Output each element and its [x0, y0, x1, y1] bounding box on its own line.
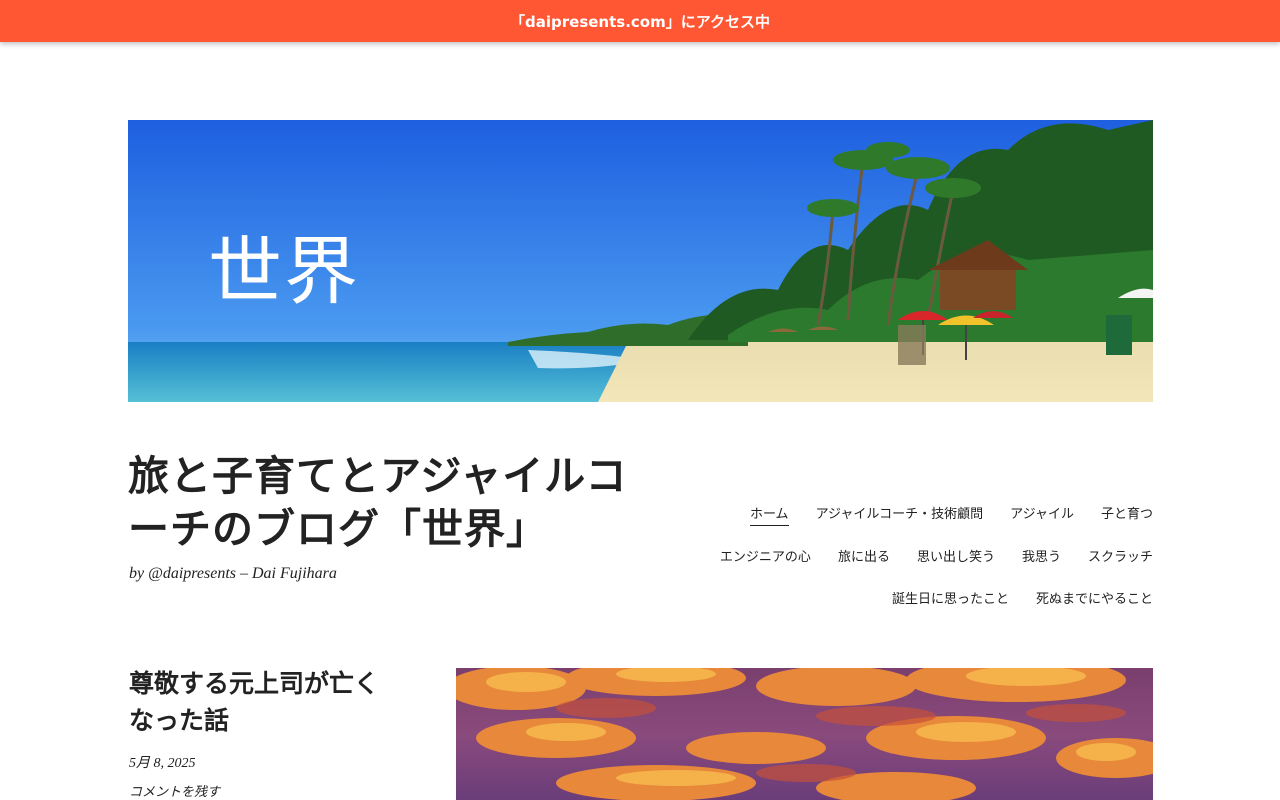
header-banner[interactable]: 世界	[128, 120, 1153, 402]
post-comment-link[interactable]: コメントを残す	[129, 781, 220, 800]
site-title[interactable]: 旅と子育てとアジャイルコーチのブログ「世界」	[128, 450, 648, 556]
nav-item-bucket-list[interactable]: 死ぬまでにやること	[1036, 588, 1153, 610]
nav-item-i-think[interactable]: 我思う	[1022, 546, 1061, 568]
access-bar-text: 「daipresents.com」にアクセス中	[510, 12, 770, 31]
nav-item-scratch[interactable]: スクラッチ	[1088, 546, 1153, 568]
access-bar: 「daipresents.com」にアクセス中	[0, 0, 1280, 42]
sunset-clouds-image	[456, 668, 1153, 800]
post-featured-image[interactable]	[456, 668, 1153, 800]
nav-item-birthday-thoughts[interactable]: 誕生日に思ったこと	[892, 588, 1009, 610]
post-date[interactable]: 5月 8, 2025	[129, 752, 196, 772]
nav-item-home[interactable]: ホーム	[749, 503, 789, 526]
primary-navigation: ホーム アジャイルコーチ・技術顧問 アジャイル 子と育つ エンジニアの心 旅に出…	[700, 503, 1153, 610]
banner-overlay-text: 世界	[208, 229, 360, 315]
post-title[interactable]: 尊敬する元上司が亡くなった話	[129, 665, 399, 739]
nav-item-parenting[interactable]: 子と育つ	[1101, 503, 1153, 526]
nav-item-agile-coach-advisor[interactable]: アジャイルコーチ・技術顧問	[816, 503, 984, 526]
nav-item-agile[interactable]: アジャイル	[1010, 503, 1074, 526]
nav-item-memories[interactable]: 思い出し笑う	[917, 546, 995, 568]
site-description: by @daipresents – Dai Fujihara	[129, 565, 337, 582]
nav-item-engineer-heart[interactable]: エンジニアの心	[720, 546, 811, 568]
nav-item-travel[interactable]: 旅に出る	[838, 546, 890, 568]
